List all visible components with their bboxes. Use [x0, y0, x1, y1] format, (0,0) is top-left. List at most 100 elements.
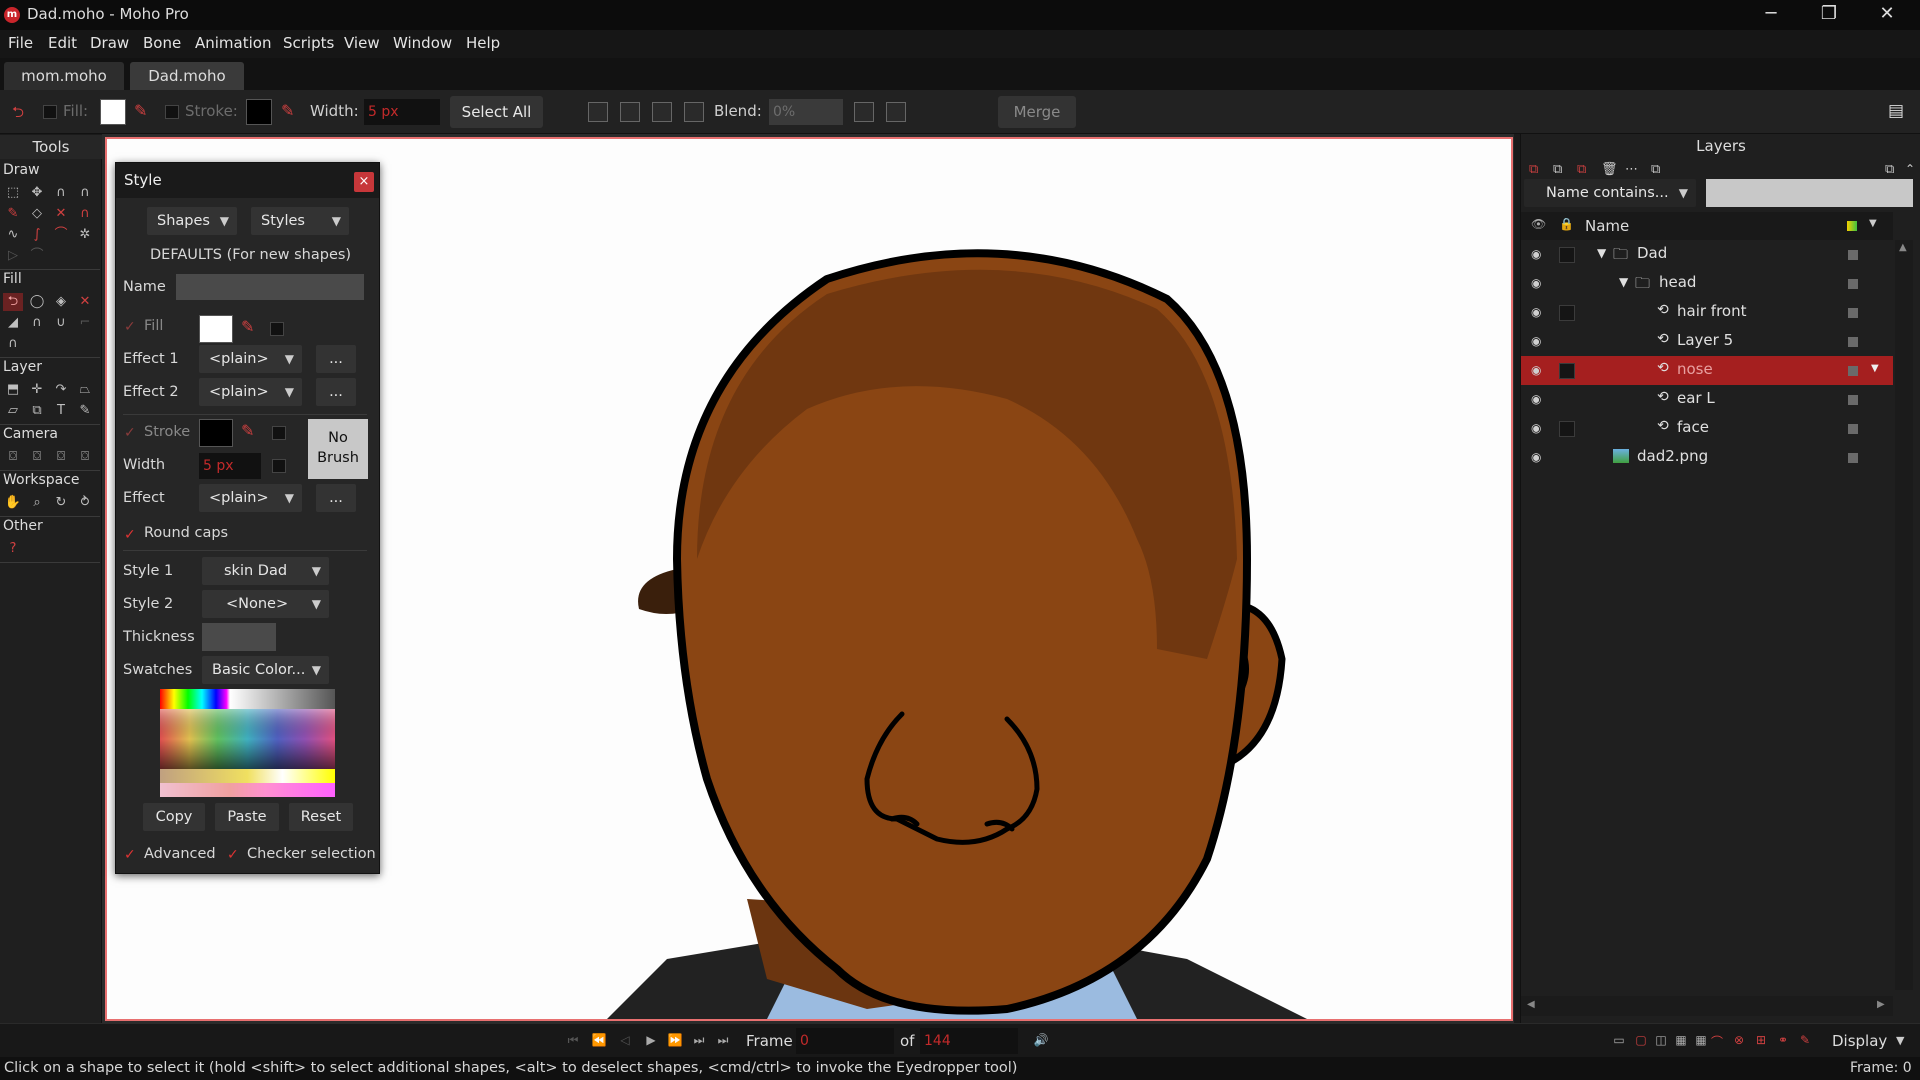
menu-scripts[interactable]: Scripts — [283, 34, 334, 52]
scroll-up-icon[interactable]: ▲ — [1899, 242, 1907, 253]
menu-window[interactable]: Window — [393, 34, 452, 52]
eye-icon[interactable]: ◉ — [1531, 276, 1547, 290]
rotate-workspace-icon[interactable]: ↻ — [51, 494, 71, 512]
layer-color-box[interactable] — [1848, 337, 1858, 347]
scale-layer-icon[interactable]: ⏢ — [75, 381, 95, 399]
scale-points-icon[interactable]: ∩ — [51, 184, 71, 202]
layer-visibility-box[interactable] — [1559, 305, 1575, 321]
merge-button[interactable]: Merge — [998, 96, 1076, 128]
onion-skin-icon[interactable]: ⌒ — [1708, 1033, 1726, 1049]
color-swatch-grid[interactable] — [160, 689, 335, 797]
layer-settings-icon[interactable]: ⧉ — [1651, 162, 1660, 177]
layer-brush-icon[interactable]: ✎ — [75, 402, 95, 420]
hide-edge-icon[interactable]: ∩ — [27, 314, 47, 332]
close-window-button[interactable]: ✕ — [1858, 0, 1916, 30]
width-field[interactable]: 5 px — [364, 99, 440, 125]
rotate-points-icon[interactable]: ∩ — [75, 184, 95, 202]
style-window-header[interactable]: Style × — [116, 163, 379, 198]
layer-color-box[interactable] — [1848, 366, 1858, 376]
line-width-icon[interactable]: ◢ — [3, 314, 23, 332]
stroke-width-field[interactable]: 5 px — [199, 453, 261, 479]
scroll-right-icon[interactable]: ▶ — [1877, 999, 1885, 1010]
rotate-layer-icon[interactable]: ↷ — [51, 381, 71, 399]
stroke-color-swatch[interactable] — [199, 419, 233, 447]
copy-style-button[interactable]: Copy — [143, 803, 205, 831]
layer-row-dad[interactable]: ◉ ▼ 🗀 Dad — [1521, 240, 1893, 269]
pan-tilt-camera-icon[interactable]: ⌼ — [75, 448, 95, 466]
style2-dropdown[interactable]: <None> ▼ — [202, 590, 329, 618]
shapes-dropdown[interactable]: Shapes ▼ — [147, 207, 237, 235]
track-camera-icon[interactable]: ⌼ — [3, 448, 23, 466]
other-tool-icon[interactable]: ? — [3, 540, 23, 558]
close-style-button[interactable]: × — [354, 172, 374, 192]
layer-row-hair-front[interactable]: ◉ ⟲ hair front — [1521, 298, 1893, 327]
flip-layer-icon[interactable]: ⧉ — [27, 402, 47, 420]
reset-style-button[interactable]: Reset — [289, 803, 353, 831]
fill-eyedropper-icon[interactable]: ✎ — [241, 317, 254, 336]
minimize-button[interactable]: ─ — [1742, 0, 1800, 30]
panel-float-icon[interactable]: ⧉ — [1885, 162, 1894, 177]
fx-icon[interactable]: ⊞ — [1752, 1033, 1770, 1049]
menu-edit[interactable]: Edit — [48, 34, 77, 52]
eye-icon[interactable]: ◉ — [1531, 247, 1547, 261]
fill-color-swatch[interactable] — [100, 99, 126, 125]
stroke-eyedropper-icon[interactable]: ✎ — [241, 421, 254, 440]
select-shape-icon[interactable]: ⮌ — [3, 293, 23, 311]
translate-layer-icon[interactable]: ✛ — [27, 381, 47, 399]
fast-forward-end-icon[interactable]: ⏭ — [714, 1033, 732, 1049]
brush-icon[interactable]: ∫ — [27, 226, 47, 244]
help-book-icon[interactable]: ▤ — [1888, 101, 1904, 121]
step-back-icon[interactable]: ◁ — [616, 1033, 634, 1049]
style1-dropdown[interactable]: skin Dad ▼ — [202, 557, 329, 585]
zoom-camera-icon[interactable]: ⌼ — [27, 448, 47, 466]
panel-collapse-icon[interactable]: ⌃ — [1905, 162, 1915, 176]
hand-pan-icon[interactable]: ✋ — [3, 494, 23, 512]
column-options-icon[interactable]: ▼ — [1869, 218, 1877, 229]
roll-camera-icon[interactable]: ⌼ — [51, 448, 71, 466]
layers-horizontal-scrollbar[interactable]: ◀ ▶ — [1521, 996, 1893, 1016]
layer-color-box[interactable] — [1848, 453, 1858, 463]
curvature-icon[interactable]: ∿ — [3, 226, 23, 244]
eye-icon[interactable]: ◉ — [1531, 305, 1547, 319]
freehand-icon[interactable]: ∩ — [75, 205, 95, 223]
menu-view[interactable]: View — [344, 34, 380, 52]
stereo-icon[interactable]: ⊗ — [1730, 1033, 1748, 1049]
effect1-more-button[interactable]: ... — [316, 345, 356, 373]
layer-color-box[interactable] — [1848, 308, 1858, 318]
layer-visibility-box[interactable] — [1559, 247, 1575, 263]
magnet-icon[interactable]: ✲ — [75, 226, 95, 244]
stroke-effect-dropdown[interactable]: <plain> ▼ — [199, 484, 302, 512]
fill-enable-checkbox[interactable] — [43, 105, 57, 119]
fill-color-swatch[interactable] — [199, 315, 233, 343]
menu-file[interactable]: File — [8, 34, 33, 52]
layer-options-icon[interactable]: ▼ — [1871, 363, 1879, 374]
zoom-icon[interactable]: ⌕ — [27, 494, 47, 512]
view-quad-icon[interactable]: ▦ — [1672, 1033, 1690, 1049]
no-brush-button[interactable]: No Brush — [308, 419, 368, 479]
orbit-workspace-icon[interactable]: ⥁ — [75, 494, 95, 512]
fill-color-checkbox[interactable] — [270, 322, 284, 336]
round-caps-checkbox[interactable]: ✓ — [124, 528, 138, 542]
more-options-icon[interactable]: ⋯ — [1625, 162, 1638, 177]
stroke-eyedropper-icon[interactable]: ✎ — [281, 101, 294, 120]
fill-checkbox[interactable]: ✓ — [124, 320, 138, 334]
stroke-width-checkbox[interactable] — [272, 459, 286, 473]
layer-row-layer-5[interactable]: ◉ ⟲ Layer 5 — [1521, 327, 1893, 356]
expand-arrow-icon[interactable]: ▼ — [1597, 246, 1606, 260]
advanced-checkbox[interactable]: ✓ — [124, 848, 138, 862]
stroke-preview-icon[interactable]: ⚭ — [1774, 1033, 1792, 1049]
stroke-checkbox[interactable]: ✓ — [124, 426, 138, 440]
view-single-icon[interactable]: ▢ — [1632, 1033, 1650, 1049]
step-back-key-icon[interactable]: ⏪ — [590, 1033, 608, 1049]
layer-row-ear-l[interactable]: ◉ ⟲ ear L — [1521, 385, 1893, 414]
thickness-field[interactable] — [202, 623, 276, 651]
shape-effect-icon[interactable]: ∩ — [3, 335, 23, 353]
select-all-button[interactable]: Select All — [450, 96, 543, 128]
next-key-icon[interactable]: ⏭ — [690, 1033, 708, 1049]
style-name-field[interactable] — [176, 274, 364, 300]
layer-color-box[interactable] — [1848, 279, 1858, 289]
paint-bucket-icon[interactable]: ◈ — [51, 293, 71, 311]
fill-eyedropper-icon[interactable]: ✎ — [134, 101, 147, 120]
effect2-more-button[interactable]: ... — [316, 378, 356, 406]
duplicate-layer-icon[interactable]: ⧉ — [1553, 162, 1562, 177]
